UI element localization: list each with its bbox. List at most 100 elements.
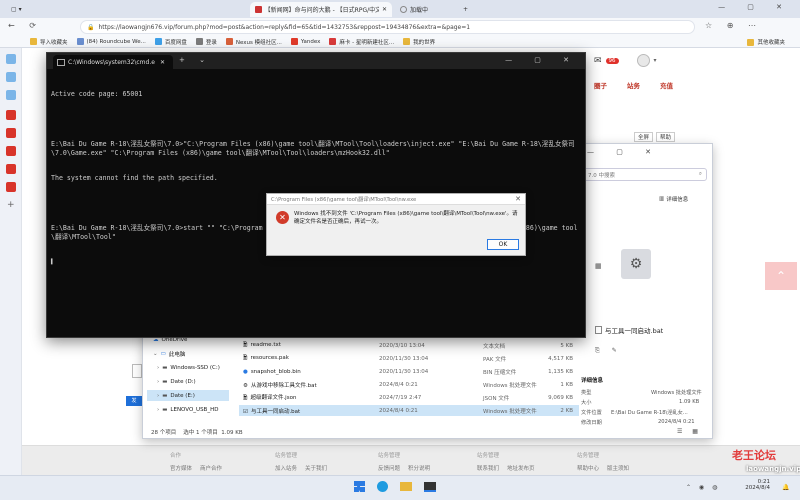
footer-link[interactable]: 反馈问题	[378, 466, 400, 472]
cmd-tab[interactable]: C:\Windows\system32\cmd.e ✕	[53, 55, 173, 69]
forum-nav: 圈子 站务 充值	[594, 80, 673, 90]
footer-col: 站务管理 帮助中心 版主须知	[577, 453, 630, 472]
file-row[interactable]: 🗎 超级翻译文件.json 2024/7/19 2:47 JSON 文件 9,069 …	[239, 392, 579, 403]
file-row[interactable]: 🗎 resources.pak 2020/11/30 13:04 PAK 文件 4,5…	[239, 353, 579, 364]
browser-sidebar: +	[0, 48, 22, 475]
favorite-item[interactable]: Nexus 模组社区...	[225, 36, 282, 48]
bell-icon[interactable]: ✉	[594, 56, 602, 66]
help-button[interactable]: 帮助	[656, 132, 676, 142]
cmd-cursor: ▌	[51, 258, 55, 265]
chevron-down-icon[interactable]: ▾	[654, 57, 657, 64]
tree-item-drive-e[interactable]: › ▬ Date (E:)	[147, 390, 229, 401]
footer-link[interactable]: 关于我们	[305, 466, 327, 472]
nav-buttons[interactable]: ← ⟳	[8, 21, 42, 30]
footer-link[interactable]: 官方媒体	[170, 466, 192, 472]
favicon-icon	[76, 38, 84, 45]
sidebar-app-icon[interactable]	[6, 128, 16, 138]
folder-icon[interactable]	[400, 482, 412, 491]
tree-item-drive-c[interactable]: › ▬ Windows-SSD (C:)	[147, 362, 229, 373]
tab-close-icon[interactable]: ✕	[382, 6, 387, 13]
browser-tab-loading[interactable]: 加载中	[395, 2, 455, 17]
address-bar[interactable]: 🔒 https://laowangjn676.vip/forum.php?mod…	[80, 20, 695, 34]
sidebar-app-icon[interactable]	[6, 54, 16, 64]
footer-link[interactable]: 地址发布页	[507, 466, 535, 472]
notification-icon[interactable]: 🔔	[782, 484, 789, 491]
browser-tab-active[interactable]: 【新闻网】命与问的大鹏 - 【日式RPG/中文/動态】无限中/PH版大手17 V…	[250, 2, 392, 17]
cmd-window-controls[interactable]: — ▢ ✕	[505, 56, 579, 64]
tab-title: 加载中	[410, 7, 429, 14]
tree-item-usb[interactable]: › ▬ LENOVO_USB_HD	[147, 404, 229, 415]
blue-button-partial[interactable]: 发	[126, 396, 142, 406]
view-toggle-icons[interactable]: ☰ ▦	[677, 428, 702, 435]
detail-value: 2024/8/4 0:21	[658, 419, 695, 425]
edge-icon[interactable]	[377, 481, 388, 492]
footer-link[interactable]: 加入站务	[275, 466, 297, 472]
bat-small-icon	[595, 326, 602, 334]
footer-link[interactable]: 版主须知	[607, 466, 629, 472]
new-tab-dropdown[interactable]: + ⌄	[179, 56, 211, 64]
lock-icon: 🔒	[87, 23, 95, 31]
drive-icon: ▬	[162, 406, 168, 413]
other-favorites[interactable]: 其他收藏夹	[747, 36, 785, 48]
favorite-item[interactable]: (84) Roundcube We...	[76, 36, 146, 48]
scroll-top-button[interactable]: ⌃	[765, 262, 797, 290]
footer-col: 站务管理 加入站务 关于我们	[275, 453, 328, 472]
footer-col: 站务管理 反馈问题 积分说明	[378, 453, 431, 472]
file-row-selected[interactable]: ☑ 与工具一同启动.bat 2024/8/4 0:21 Windows 批处理文件 2…	[239, 405, 579, 416]
ok-button[interactable]: OK	[487, 239, 519, 250]
window-controls[interactable]: — ▢ ✕	[718, 3, 792, 11]
notification-badge[interactable]: 96	[605, 57, 619, 64]
chevron-right-icon: ›	[157, 378, 160, 385]
detail-key: 文件位置	[581, 410, 602, 416]
tab-close-icon[interactable]: ✕	[160, 59, 165, 66]
nav-circle[interactable]: 圈子	[594, 80, 607, 90]
cmd-titlebar: C:\Windows\system32\cmd.e ✕ + ⌄ — ▢ ✕	[47, 53, 585, 69]
dialog-close-icon[interactable]: ✕	[515, 195, 521, 203]
tray-icons[interactable]: ⌃ ◉ ◍	[686, 484, 720, 491]
footer-link[interactable]: 积分说明	[408, 466, 430, 472]
favorite-item[interactable]: Yandex	[290, 36, 320, 48]
sidebar-app-icon[interactable]	[6, 110, 16, 120]
watermark-logo: 老王论坛	[732, 449, 776, 462]
tab-favicon-icon	[255, 6, 262, 13]
file-row[interactable]: ⚙ 从游戏中移除工具文件.bat 2024/8/4 0:21 Windows 批处理…	[239, 379, 579, 390]
dialog-titlebar: C:\Program Files (x86)\game tool\翻译\MToo…	[267, 194, 525, 205]
fullscreen-button[interactable]: 全屏	[634, 132, 654, 142]
nav-recharge[interactable]: 充值	[660, 80, 673, 90]
preview-action-icons[interactable]: ⎘ ✎	[595, 347, 622, 355]
favorite-item[interactable]: 导入收藏夹	[30, 36, 68, 48]
sidebar-app-icon[interactable]	[6, 72, 16, 82]
tray-clock[interactable]: 0:21 2024/8/4	[730, 479, 770, 491]
folder-icon	[747, 38, 755, 46]
tree-item-this-pc[interactable]: ⌄ ▭ 此电脑	[147, 348, 229, 359]
terminal-icon[interactable]	[424, 481, 436, 492]
window-menu-icon[interactable]: ▢ ▾	[6, 2, 46, 17]
nav-staff[interactable]: 站务	[627, 80, 640, 90]
start-icon[interactable]	[354, 481, 365, 492]
sidebar-add-icon[interactable]: +	[7, 200, 15, 210]
footer-link[interactable]: 商户合作	[200, 466, 222, 472]
sidebar-app-icon[interactable]	[6, 146, 16, 156]
favorite-item[interactable]: 麻卡 - 星明新建社区...	[329, 36, 394, 48]
details-pane-button[interactable]: ▥ 详细信息	[659, 195, 688, 203]
sidebar-app-icon[interactable]	[6, 164, 16, 174]
footer-link[interactable]: 联系我们	[477, 466, 499, 472]
favorite-item[interactable]: 百度网盘	[154, 36, 187, 48]
avatar[interactable]	[636, 54, 650, 67]
tree-item-drive-d[interactable]: › ▬ Date (D:)	[147, 376, 229, 387]
favorite-item[interactable]: 登录	[195, 36, 217, 48]
file-row[interactable]: 🗎 readme.txt 2020/3/10 13:04 文本文档 5 KB	[239, 340, 579, 351]
search-input[interactable]: 7.0 中搜索 ⌕	[583, 168, 707, 181]
explorer-window-controls[interactable]: — ▢ ✕	[587, 148, 661, 156]
sidebar-app-icon[interactable]	[6, 182, 16, 192]
footer-link[interactable]: 帮助中心	[577, 466, 599, 472]
sidebar-app-icon[interactable]	[6, 90, 16, 100]
new-tab-button[interactable]: +	[458, 2, 474, 17]
favorite-item[interactable]: 我的世界	[403, 36, 435, 48]
favicon-icon	[225, 38, 233, 45]
detail-value: Windows 批处理文件	[651, 390, 702, 396]
file-row[interactable]: ● snapshot_blob.bin 2020/11/30 13:04 BIN 压…	[239, 366, 579, 377]
browser-action-icons[interactable]: ☆ ⊕ ⋯	[705, 21, 762, 30]
details-icon: ▥	[659, 196, 665, 202]
checkbox-icon[interactable]: ☑	[243, 409, 248, 415]
